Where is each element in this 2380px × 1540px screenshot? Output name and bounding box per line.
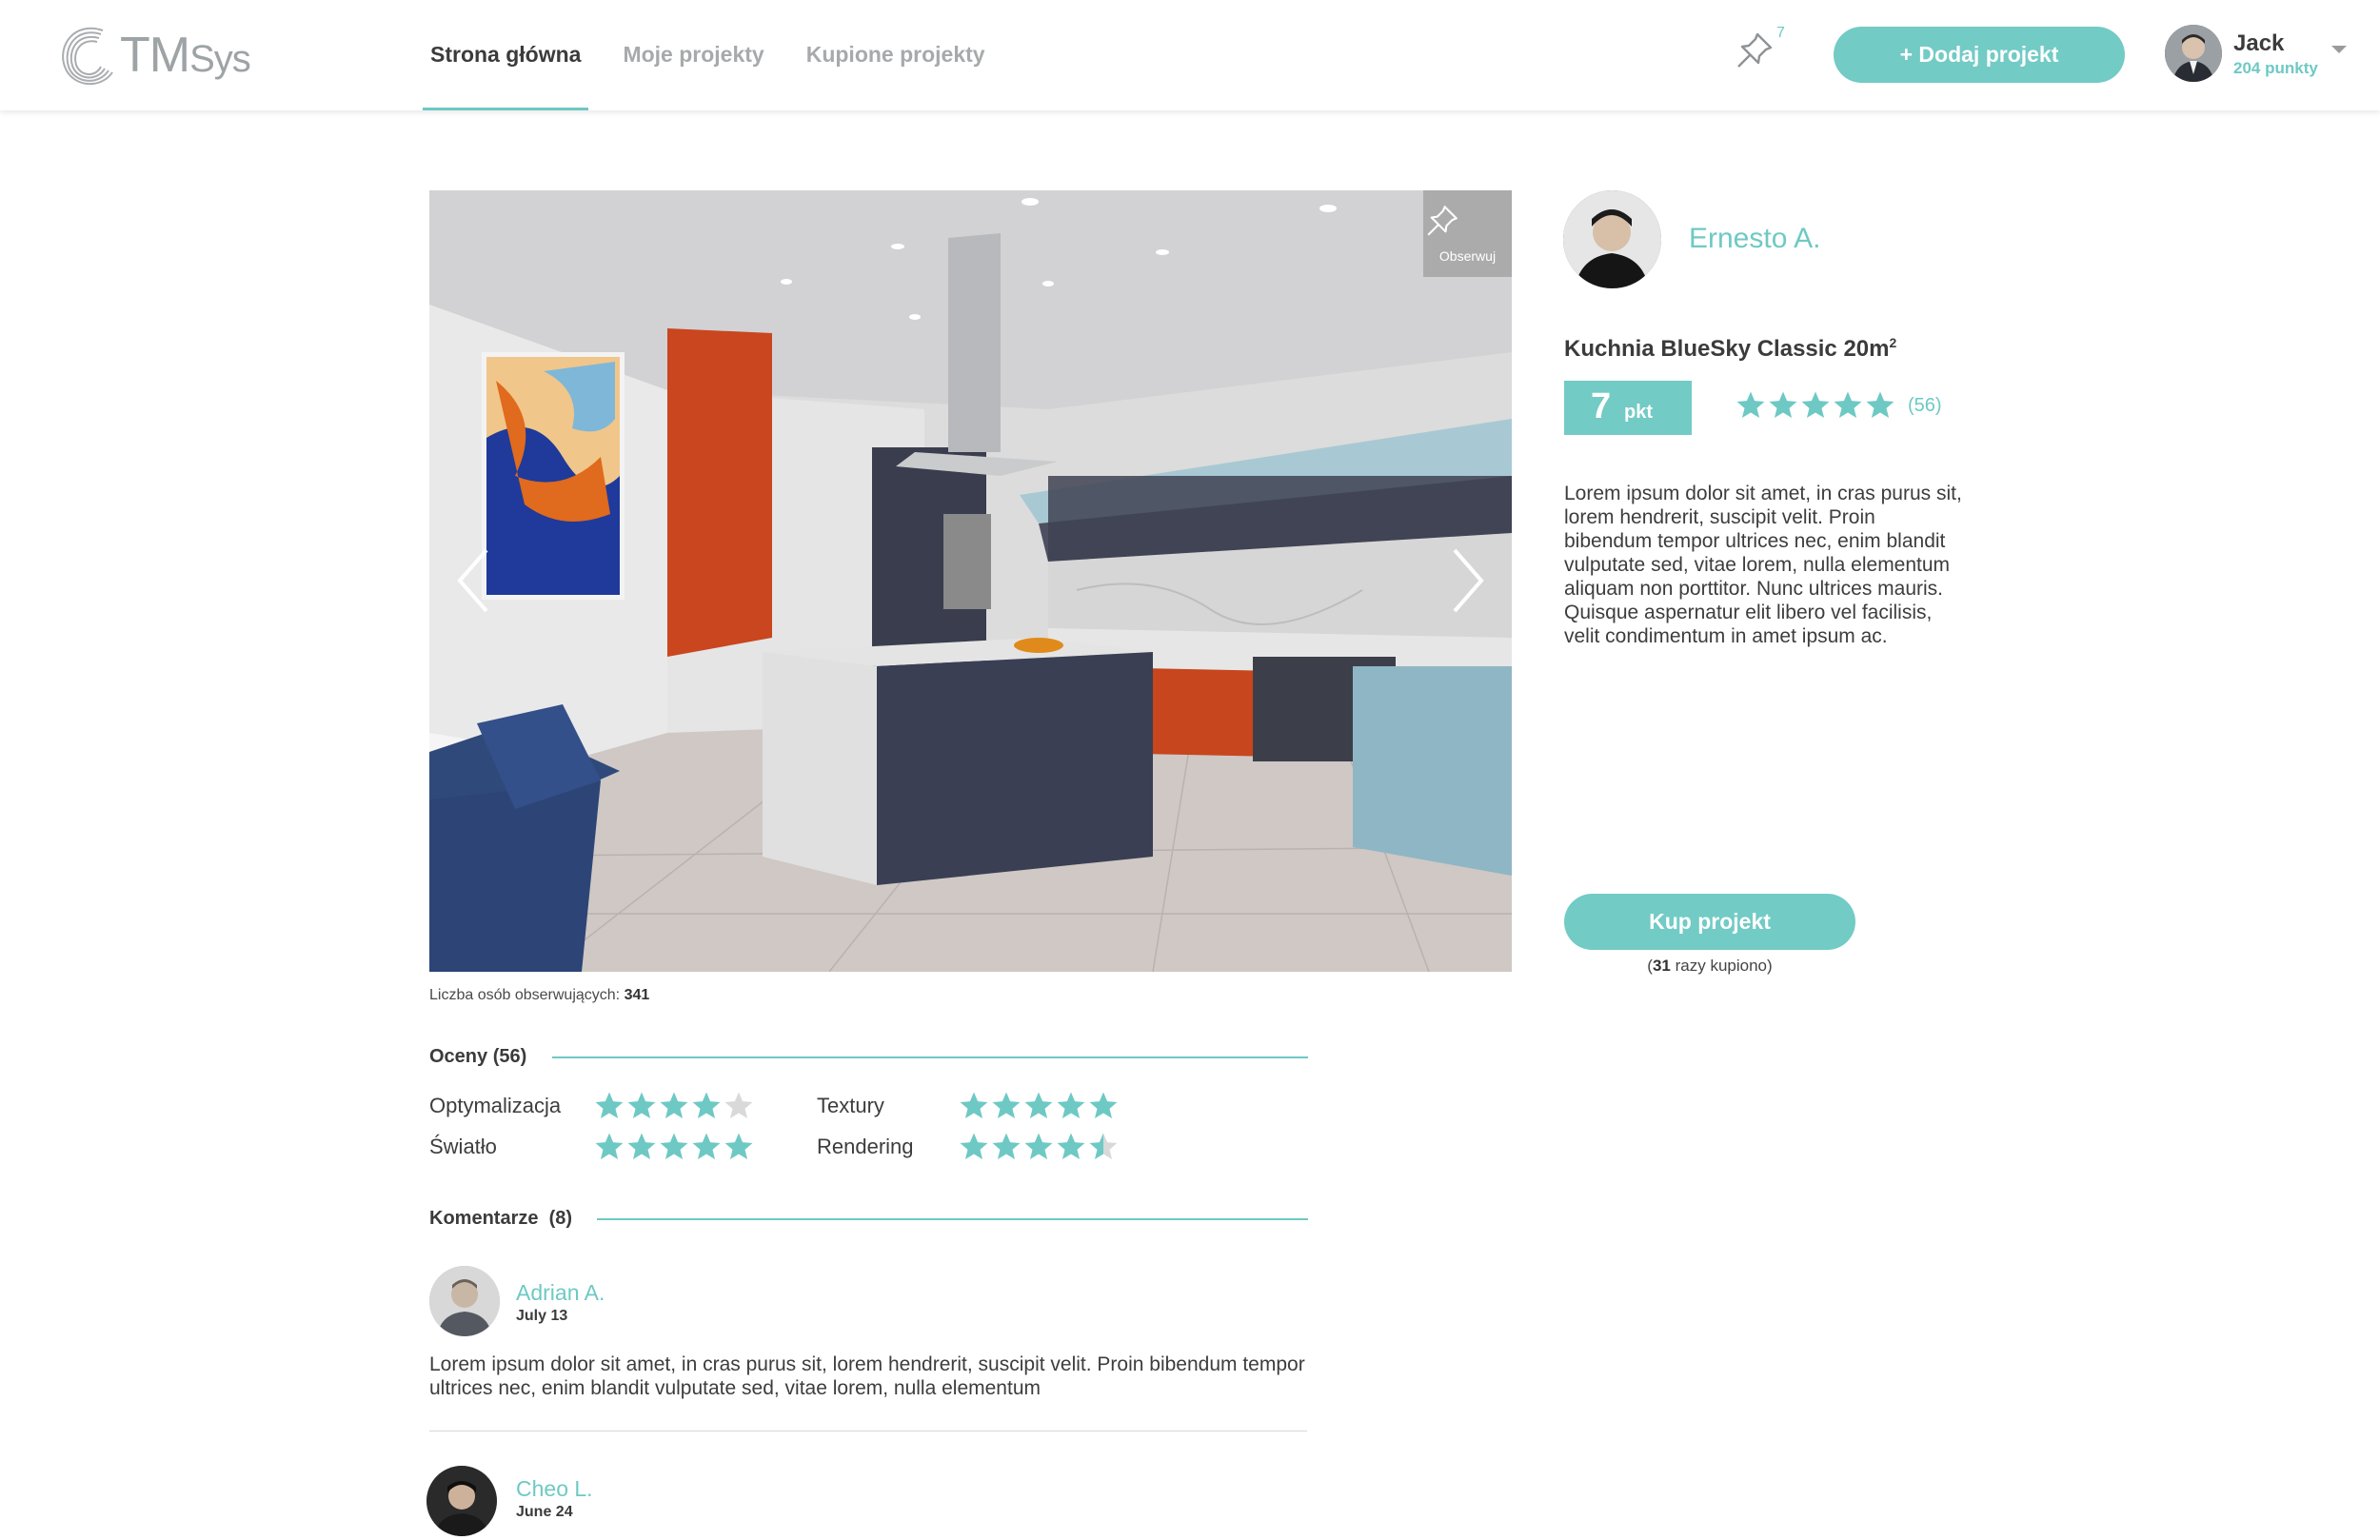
- logo-swirl-icon: [62, 28, 113, 86]
- project-title-superscript: 2: [1889, 335, 1897, 350]
- star-filled-icon: [1057, 1092, 1085, 1119]
- tmsys-logo[interactable]: TMSys: [55, 17, 265, 93]
- buy-project-button[interactable]: Kup projekt: [1564, 894, 1855, 950]
- project-image-gallery[interactable]: Obserwuj: [429, 190, 1512, 972]
- comment-avatar[interactable]: [426, 1466, 497, 1536]
- star-filled-icon: [1834, 391, 1862, 419]
- chevron-right-icon: [1453, 548, 1484, 613]
- comment-date: June 24: [516, 1504, 573, 1520]
- bought-label: razy kupiono): [1675, 957, 1773, 975]
- star-filled-icon: [1736, 391, 1765, 419]
- comment-text: Lorem ipsum dolor sit amet, in cras puru…: [429, 1353, 1305, 1399]
- price-badge: 7 pkt: [1564, 381, 1692, 435]
- nav-home[interactable]: Strona główna: [423, 0, 589, 110]
- author-name[interactable]: Ernesto A.: [1689, 223, 1820, 255]
- top-header: TMSys Strona główna Moje projekty Kupion…: [0, 0, 2380, 110]
- user-menu[interactable]: Jack 204 punkty: [2165, 25, 2355, 84]
- criterion-label: Światło: [429, 1135, 497, 1158]
- star-filled-icon: [992, 1092, 1021, 1119]
- ratings-heading: Oceny (56): [429, 1046, 527, 1067]
- star-filled-icon: [960, 1092, 988, 1119]
- watchlist-button[interactable]: 7: [1733, 25, 1790, 82]
- star-filled-icon: [1057, 1133, 1085, 1160]
- criterion-label: Rendering: [817, 1135, 914, 1158]
- followers-value: 341: [624, 987, 650, 1003]
- chevron-left-icon: [457, 548, 488, 613]
- followers-count: Liczba osób obserwujących: 341: [429, 987, 649, 1004]
- comment-author[interactable]: Adrian A.: [516, 1280, 605, 1306]
- criterion-stars: [593, 1131, 755, 1163]
- criterion-label: Textury: [817, 1094, 884, 1117]
- comment-author[interactable]: Cheo L.: [516, 1476, 593, 1502]
- project-title: Kuchnia BlueSky Classic 20m2: [1564, 335, 1896, 363]
- logo-wordmark: TMSys: [120, 27, 251, 84]
- criterion-stars: [958, 1090, 1120, 1122]
- ratings-divider: [552, 1056, 1308, 1058]
- chevron-down-icon[interactable]: [2331, 46, 2347, 53]
- bought-value: 31: [1652, 957, 1671, 975]
- star-filled-icon: [627, 1133, 656, 1160]
- user-name: Jack: [2233, 30, 2285, 56]
- criterion-stars: [958, 1131, 1120, 1163]
- comments-divider: [597, 1218, 1308, 1220]
- price-value: 7: [1591, 386, 1612, 426]
- comment-date: July 13: [516, 1308, 568, 1324]
- star-filled-icon: [724, 1133, 753, 1160]
- star-filled-icon: [692, 1092, 721, 1119]
- followers-label: Liczba osób obserwujących:: [429, 987, 621, 1003]
- bought-count: (31 razy kupiono): [1564, 957, 1855, 976]
- star-filled-icon: [960, 1133, 988, 1160]
- comments-heading-text: Komentarze: [429, 1208, 539, 1229]
- gallery-next-button[interactable]: [1438, 543, 1495, 619]
- star-half-icon: [1089, 1133, 1118, 1160]
- kitchen-render-image: [429, 190, 1512, 972]
- project-title-text: Kuchnia BlueSky Classic 20m: [1564, 336, 1890, 362]
- overall-rating-stars: [1735, 389, 1896, 422]
- logo-text-main: TM: [120, 28, 190, 83]
- author-avatar[interactable]: [1563, 190, 1661, 288]
- star-filled-icon: [1024, 1133, 1053, 1160]
- comment-avatar[interactable]: [429, 1266, 500, 1336]
- star-filled-icon: [660, 1133, 688, 1160]
- star-empty-icon: [724, 1092, 753, 1119]
- star-filled-icon: [1024, 1092, 1053, 1119]
- comments-count: (8): [548, 1208, 573, 1229]
- star-filled-icon: [660, 1092, 688, 1119]
- criterion-stars: [593, 1090, 755, 1122]
- main-nav: Strona główna Moje projekty Kupione proj…: [423, 0, 1020, 110]
- star-filled-icon: [992, 1133, 1021, 1160]
- pin-icon: [1737, 32, 1773, 68]
- star-filled-icon: [595, 1092, 624, 1119]
- nav-my-projects[interactable]: Moje projekty: [615, 0, 771, 110]
- star-filled-icon: [627, 1092, 656, 1119]
- star-filled-icon: [595, 1133, 624, 1160]
- pin-icon: [1427, 206, 1458, 236]
- criterion-label: Optymalizacja: [429, 1094, 562, 1117]
- add-project-button[interactable]: + Dodaj projekt: [1834, 27, 2125, 83]
- star-filled-icon: [692, 1133, 721, 1160]
- overall-rating: (56): [1735, 389, 1942, 422]
- price-unit: pkt: [1624, 402, 1653, 423]
- overall-rating-count: (56): [1908, 394, 1942, 416]
- star-filled-icon: [1801, 391, 1830, 419]
- star-filled-icon: [1769, 391, 1797, 419]
- follow-label: Obserwuj: [1438, 248, 1497, 264]
- user-points: 204 punkty: [2233, 59, 2318, 77]
- star-filled-icon: [1089, 1092, 1118, 1119]
- gallery-prev-button[interactable]: [446, 543, 504, 619]
- user-avatar: [2165, 25, 2222, 82]
- star-filled-icon: [1866, 391, 1894, 419]
- project-description: Lorem ipsum dolor sit amet, in cras puru…: [1564, 483, 1962, 647]
- logo-text-sub: Sys: [189, 38, 251, 80]
- comments-heading: Komentarze (8): [429, 1208, 572, 1230]
- watchlist-count: 7: [1776, 25, 1785, 41]
- nav-purchased-projects[interactable]: Kupione projekty: [799, 0, 993, 110]
- follow-button[interactable]: Obserwuj: [1423, 190, 1512, 277]
